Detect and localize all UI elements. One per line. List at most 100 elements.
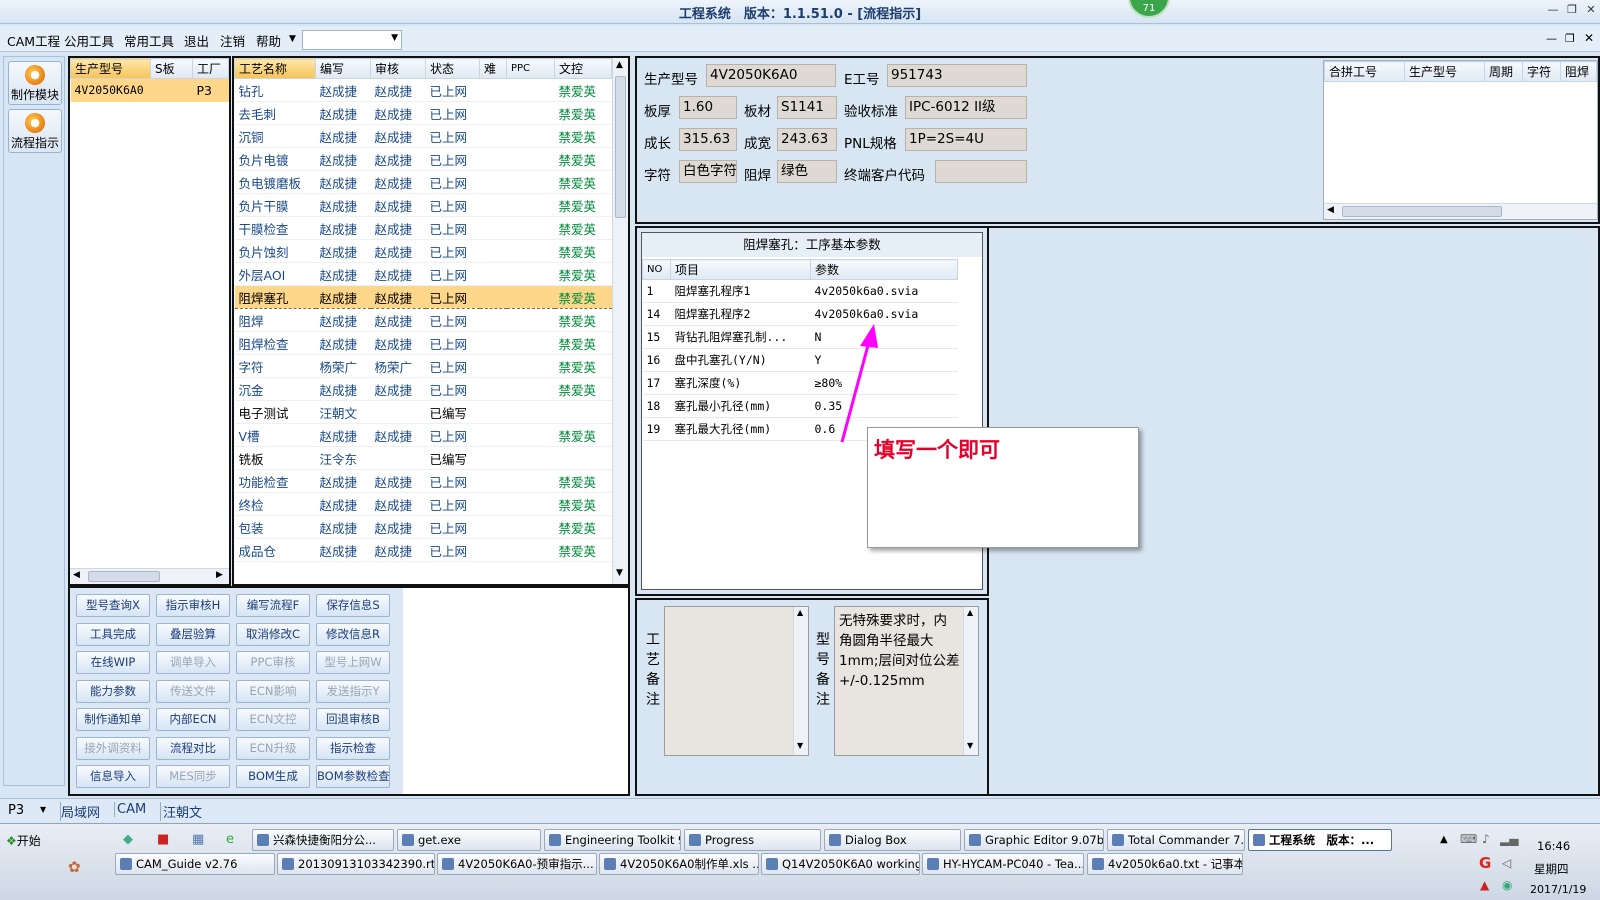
mdi-minimize-icon[interactable]: — bbox=[1546, 32, 1557, 45]
clock-time[interactable]: 16:46 bbox=[1537, 839, 1570, 853]
mdi-restore-icon[interactable]: ❐ bbox=[1565, 32, 1575, 45]
mask-field[interactable]: 绿色 bbox=[777, 160, 837, 183]
close-icon[interactable]: ✕ bbox=[1582, 3, 1600, 19]
taskbar-button[interactable]: get.exe bbox=[397, 829, 541, 851]
calculator-icon[interactable]: ▦ bbox=[192, 832, 204, 847]
action-button[interactable]: 叠层验算 bbox=[156, 622, 230, 646]
process-row[interactable]: 负片干膜 赵成捷 赵成捷 已上网 禁爱英 bbox=[234, 193, 612, 217]
taskbar-button[interactable]: Engineering Toolkit 9.... bbox=[544, 829, 681, 851]
header-reviewer[interactable]: 审核 bbox=[370, 58, 426, 79]
taskbar-button[interactable]: 兴森快捷衡阳分公... bbox=[252, 829, 394, 851]
remark-scroll-up-icon[interactable]: ▲ bbox=[797, 608, 803, 617]
action-button[interactable]: 工具完成 bbox=[76, 622, 150, 646]
action-button[interactable]: 回退审核B bbox=[316, 708, 390, 731]
material-field[interactable]: S1141 bbox=[777, 96, 837, 119]
quicklaunch-icon-1[interactable]: ◆ bbox=[123, 832, 133, 847]
taskbar-button[interactable]: Graphic Editor 9.07b2... bbox=[964, 829, 1104, 851]
action-button[interactable]: 编写流程F bbox=[236, 594, 310, 617]
tray-volume-icon[interactable]: ◁ bbox=[1502, 856, 1511, 870]
length-field[interactable]: 315.63 bbox=[679, 128, 737, 151]
header-difficulty[interactable]: 难 bbox=[479, 58, 507, 79]
scroll-left-icon[interactable]: ◀ bbox=[73, 570, 80, 580]
process-row[interactable]: 钻孔 赵成捷 赵成捷 已上网 禁爱英 bbox=[234, 78, 612, 102]
header-solder-mask[interactable]: 阻焊 bbox=[1560, 61, 1597, 82]
combine-scroll-thumb[interactable] bbox=[1342, 206, 1502, 217]
process-guide-button[interactable]: ● 流程指示 bbox=[8, 109, 62, 153]
model-remark-scroll-down-icon[interactable]: ▼ bbox=[967, 741, 973, 750]
process-row[interactable]: 终检 赵成捷 赵成捷 已上网 禁爱英 bbox=[234, 492, 612, 516]
model-remark-textarea[interactable]: 无特殊要求时，内角圆角半径最大1mm;层间对位公差+/-0.125mm ▲ ▼ bbox=[834, 606, 979, 756]
action-button[interactable]: BOM生成 bbox=[236, 765, 310, 788]
param-row[interactable]: 14 阻焊塞孔程序2 4v2050k6a0.svia bbox=[642, 302, 958, 326]
taskbar-button[interactable]: 4v2050k6a0.txt - 记事本 bbox=[1087, 853, 1243, 875]
scroll-up-icon[interactable]: ▲ bbox=[616, 60, 623, 70]
tray-expand-icon[interactable]: ▲ bbox=[1440, 834, 1448, 845]
header-doc-control[interactable]: 文控 bbox=[554, 58, 612, 79]
start-button[interactable]: ❖开始 bbox=[2, 830, 50, 852]
header-ppc[interactable]: PPC bbox=[506, 58, 555, 79]
mdi-close-icon[interactable]: ✕ bbox=[1584, 31, 1594, 45]
header-item[interactable]: 项目 bbox=[670, 259, 811, 280]
taskbar-button[interactable]: 20130913103342390.rtf... bbox=[277, 853, 435, 875]
header-character[interactable]: 字符 bbox=[1522, 61, 1561, 82]
pdf-icon[interactable]: ■ bbox=[157, 832, 169, 847]
param-row[interactable]: 15 背钻孔阻焊塞孔制... N bbox=[642, 325, 958, 349]
model-field[interactable]: 4V2050K6A0 bbox=[706, 64, 836, 87]
process-vscrollbar[interactable]: ▲ ▼ bbox=[612, 58, 628, 584]
header-cycle[interactable]: 周期 bbox=[1484, 61, 1523, 82]
action-button[interactable]: 制作通知单 bbox=[76, 708, 150, 731]
tray-speaker-icon[interactable]: ♪ bbox=[1482, 832, 1490, 846]
taskbar-button[interactable]: Q14V2050K6A0 working ... bbox=[761, 853, 920, 875]
param-row[interactable]: 1 阻焊塞孔程序1 4v2050k6a0.svia bbox=[642, 279, 958, 303]
header-combine-model[interactable]: 生产型号 bbox=[1404, 61, 1485, 82]
param-row[interactable]: 18 塞孔最小孔径(mm) 0.35 bbox=[642, 394, 958, 418]
quicklaunch-icon-2[interactable]: ✿ bbox=[68, 858, 81, 876]
menu-logout[interactable]: 注销 bbox=[220, 31, 245, 50]
menu-help-dropdown-icon[interactable]: ▼ bbox=[289, 34, 296, 44]
param-row[interactable]: 17 塞孔深度(%) ≥80% bbox=[642, 371, 958, 395]
header-factory[interactable]: 工厂 bbox=[192, 58, 229, 79]
char-field[interactable]: 白色字符 bbox=[679, 160, 737, 183]
action-button[interactable]: 信息导入 bbox=[76, 765, 150, 788]
action-button[interactable]: 指示检查 bbox=[316, 736, 390, 760]
header-status[interactable]: 状态 bbox=[425, 58, 480, 79]
model-remark-scrollbar[interactable]: ▲ ▼ bbox=[963, 607, 978, 755]
process-row[interactable]: 功能检查 赵成捷 赵成捷 已上网 禁爱英 bbox=[234, 469, 612, 493]
tray-keyboard-icon[interactable]: ⌨ bbox=[1460, 832, 1477, 846]
action-button[interactable]: 取消修改C bbox=[236, 622, 310, 646]
process-row[interactable]: V槽 赵成捷 赵成捷 已上网 禁爱英 bbox=[234, 423, 612, 447]
action-button[interactable]: 流程对比 bbox=[156, 736, 230, 760]
taskbar-button[interactable]: Progress bbox=[684, 829, 821, 851]
action-button[interactable]: 内部ECN bbox=[156, 708, 230, 731]
taskbar-button[interactable]: 4V2050K6A0-预审指示... bbox=[437, 853, 597, 875]
process-row[interactable]: 铣板 汪令东 已编写 bbox=[234, 446, 612, 470]
menu-cam[interactable]: CAM工程 bbox=[7, 31, 60, 50]
menu-common-tools[interactable]: 常用工具 bbox=[124, 31, 174, 50]
header-writer[interactable]: 编写 bbox=[315, 58, 371, 79]
header-process-name[interactable]: 工艺名称 bbox=[234, 58, 316, 79]
action-button[interactable]: MES同步 bbox=[156, 765, 230, 788]
pnl-field[interactable]: 1P=2S=4U bbox=[905, 128, 1027, 151]
taskbar-button[interactable]: Dialog Box bbox=[824, 829, 961, 851]
taskbar-button[interactable]: 4V2050K6A0制作单.xls ... bbox=[599, 853, 759, 875]
action-button[interactable]: 接外调资料 bbox=[76, 736, 150, 760]
header-value[interactable]: 参数 bbox=[810, 259, 958, 280]
width-field[interactable]: 243.63 bbox=[777, 128, 837, 151]
header-s-board[interactable]: S板 bbox=[150, 58, 193, 79]
eno-field[interactable]: 951743 bbox=[887, 64, 1027, 87]
action-button[interactable]: 型号上网W bbox=[316, 651, 390, 674]
model-row[interactable]: 4V2050K6A0 P3 bbox=[70, 78, 229, 102]
process-row[interactable]: 外层AOI 赵成捷 赵成捷 已上网 禁爱英 bbox=[234, 262, 612, 286]
process-remark-scrollbar[interactable]: ▲ ▼ bbox=[793, 607, 808, 755]
action-button[interactable]: ECN文控 bbox=[236, 708, 310, 731]
scroll-right-icon[interactable]: ▶ bbox=[216, 570, 223, 580]
process-row[interactable]: 负片电镀 赵成捷 赵成捷 已上网 禁爱英 bbox=[234, 147, 612, 171]
scroll-down-icon[interactable]: ▼ bbox=[616, 568, 623, 578]
process-row[interactable]: 沉铜 赵成捷 赵成捷 已上网 禁爱英 bbox=[234, 124, 612, 148]
action-button[interactable]: BOM参数检查 bbox=[316, 765, 390, 788]
maximize-icon[interactable]: ❐ bbox=[1563, 3, 1581, 19]
process-scroll-thumb[interactable] bbox=[615, 76, 626, 218]
model-remark-scroll-up-icon[interactable]: ▲ bbox=[967, 608, 973, 617]
action-button[interactable]: 调单导入 bbox=[156, 651, 230, 674]
action-button[interactable]: 修改信息R bbox=[316, 622, 390, 646]
